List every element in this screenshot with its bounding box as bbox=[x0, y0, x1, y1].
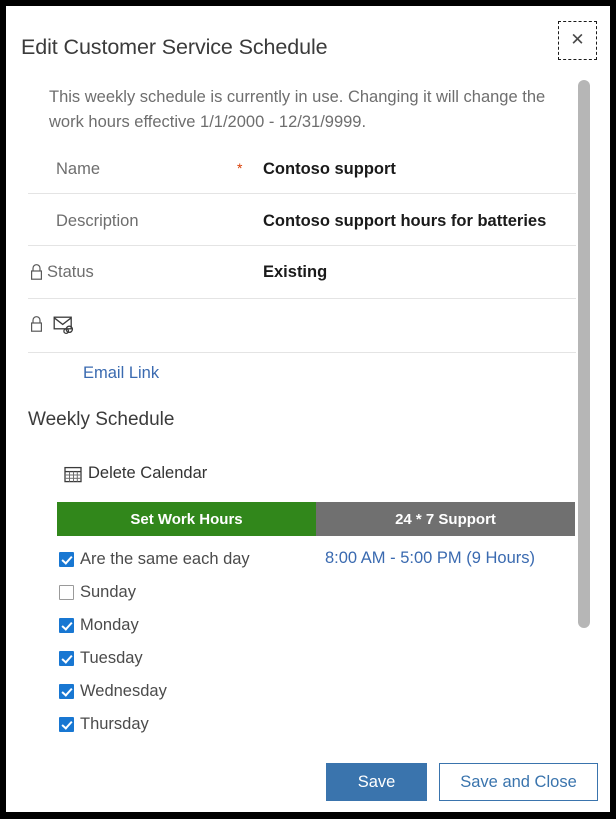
email-link[interactable]: Email Link bbox=[83, 364, 159, 383]
checkbox-label-same-each-day: Are the same each day bbox=[80, 549, 250, 568]
dialog-title: Edit Customer Service Schedule bbox=[21, 35, 328, 59]
checkbox-monday[interactable] bbox=[59, 617, 74, 633]
field-value-name[interactable]: Contoso support bbox=[263, 160, 396, 179]
field-label-name: Name bbox=[56, 160, 101, 178]
checkbox-wednesday[interactable] bbox=[59, 683, 74, 699]
scrollbar-thumb[interactable] bbox=[578, 80, 590, 628]
checkbox-thursday[interactable] bbox=[59, 716, 74, 732]
save-and-close-button[interactable]: Save and Close bbox=[439, 763, 598, 801]
field-value-description[interactable]: Contoso support hours for batteries bbox=[263, 212, 546, 231]
work-hours-link[interactable]: 8:00 AM - 5:00 PM (9 Hours) bbox=[325, 549, 535, 568]
field-row-email-link bbox=[6, 299, 610, 353]
checkbox-row-monday[interactable]: Monday bbox=[59, 614, 139, 636]
schedule-tabs: Set Work Hours 24 * 7 Support bbox=[57, 502, 575, 536]
field-label-description: Description bbox=[56, 212, 139, 230]
checkbox-row-same-each-day[interactable]: Are the same each day bbox=[59, 548, 250, 570]
checkbox-label-tuesday: Tuesday bbox=[80, 648, 143, 667]
checkbox-sunday[interactable] bbox=[59, 584, 74, 600]
checkbox-label-thursday: Thursday bbox=[80, 714, 149, 733]
field-row-description: Description Contoso support hours for ba… bbox=[6, 194, 610, 246]
delete-calendar-button[interactable]: Delete Calendar bbox=[88, 464, 207, 483]
checkbox-row-wednesday[interactable]: Wednesday bbox=[59, 680, 167, 702]
field-value-status: Existing bbox=[263, 263, 328, 281]
schedule-in-use-notice: This weekly schedule is currently in use… bbox=[49, 88, 546, 131]
lock-icon bbox=[29, 315, 44, 338]
checkbox-same-each-day[interactable] bbox=[59, 551, 74, 567]
field-label-status: Status bbox=[47, 263, 94, 281]
checkbox-label-sunday: Sunday bbox=[80, 582, 136, 601]
dialog-scroll-area: This weekly schedule is currently in use… bbox=[6, 68, 610, 799]
tab-24-7-support-label: 24 * 7 Support bbox=[395, 510, 496, 528]
lock-icon bbox=[29, 263, 44, 286]
tab-set-work-hours[interactable]: Set Work Hours bbox=[57, 502, 316, 536]
app-frame: Edit Customer Service Schedule ✕ This we… bbox=[0, 0, 616, 819]
edit-schedule-dialog: Edit Customer Service Schedule ✕ This we… bbox=[6, 6, 610, 812]
save-button[interactable]: Save bbox=[326, 763, 427, 801]
checkbox-label-wednesday: Wednesday bbox=[80, 681, 167, 700]
field-separator bbox=[28, 352, 576, 353]
email-link-icon bbox=[53, 315, 77, 340]
checkbox-row-tuesday[interactable]: Tuesday bbox=[59, 647, 143, 669]
checkbox-row-thursday[interactable]: Thursday bbox=[59, 713, 149, 735]
checkbox-label-monday: Monday bbox=[80, 615, 139, 634]
checkbox-row-sunday[interactable]: Sunday bbox=[59, 581, 136, 603]
dialog-footer: Save Save and Close bbox=[6, 750, 610, 812]
calendar-icon bbox=[64, 465, 82, 483]
dialog-titlebar: Edit Customer Service Schedule ✕ bbox=[6, 6, 610, 68]
field-row-status: Status Existing bbox=[6, 246, 610, 299]
tab-set-work-hours-label: Set Work Hours bbox=[130, 510, 243, 528]
close-button[interactable]: ✕ bbox=[558, 21, 597, 60]
tab-24-7-support[interactable]: 24 * 7 Support bbox=[316, 502, 575, 536]
weekly-schedule-heading: Weekly Schedule bbox=[28, 409, 175, 430]
checkbox-tuesday[interactable] bbox=[59, 650, 74, 666]
required-indicator-name: * bbox=[237, 160, 243, 176]
delete-calendar-label: Delete Calendar bbox=[88, 464, 208, 482]
field-row-name: Name * Contoso support bbox=[6, 143, 610, 194]
close-icon: ✕ bbox=[570, 30, 585, 50]
